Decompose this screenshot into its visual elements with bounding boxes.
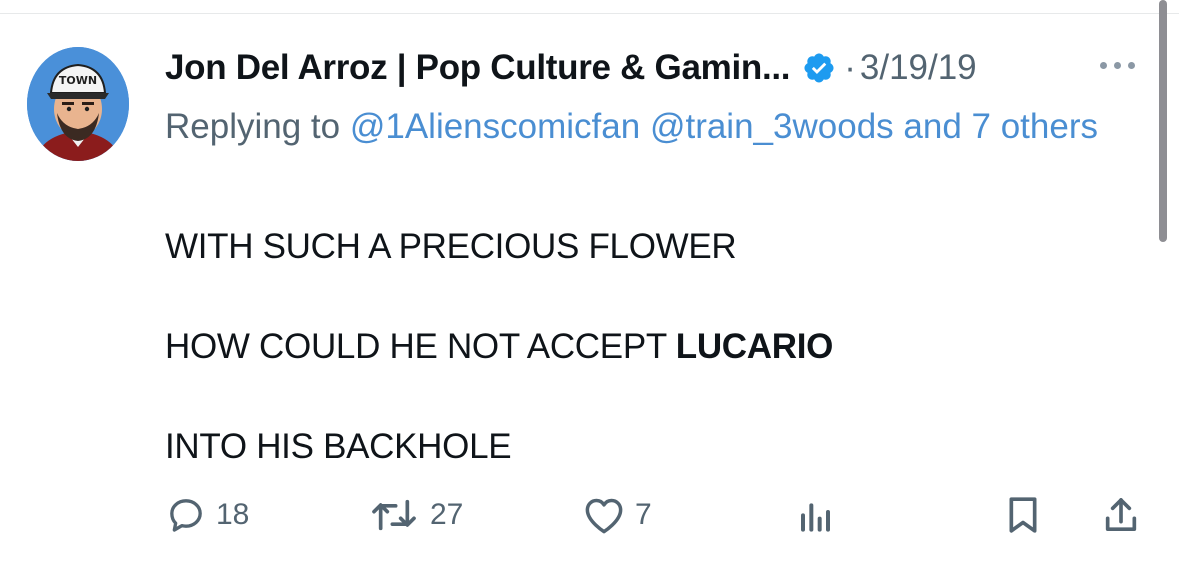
top-divider <box>0 13 1179 14</box>
replying-to-label: Replying to <box>165 107 350 146</box>
and-others-link[interactable]: and 7 others <box>903 107 1098 146</box>
bookmark-button[interactable] <box>1004 490 1042 540</box>
avatar[interactable]: TOWN <box>27 47 129 161</box>
tweet-text-line: HOW COULD HE NOT ACCEPT LUCARIO <box>165 327 834 366</box>
scrollbar[interactable] <box>1159 0 1167 242</box>
tweet-date[interactable]: 3/19/19 <box>860 48 977 88</box>
tweet-text-line: INTO HIS BACKHOLE <box>165 427 512 466</box>
avatar-hat-text: TOWN <box>59 74 97 87</box>
verified-badge-icon[interactable] <box>802 51 836 85</box>
tweet-text-line: WITH SUCH A PRECIOUS FLOWER <box>165 227 737 266</box>
bookmark-icon <box>1009 497 1037 533</box>
mention-link-1[interactable]: @1Alienscomicfan <box>350 107 640 146</box>
tweet-text: WITH SUCH A PRECIOUS FLOWER HOW COULD HE… <box>165 222 833 472</box>
display-name[interactable]: Jon Del Arroz | Pop Culture & Gamin... <box>165 48 791 88</box>
more-options-icon[interactable] <box>1100 50 1150 80</box>
like-count: 7 <box>635 498 652 531</box>
retweet-count: 27 <box>430 498 464 531</box>
separator-dot: · <box>844 48 856 87</box>
like-button[interactable]: 7 <box>583 490 652 540</box>
mention-link-2[interactable]: @train_3woods <box>650 107 894 146</box>
retweet-icon <box>372 499 416 531</box>
avatar-image: TOWN <box>27 47 129 161</box>
share-button[interactable] <box>1101 490 1141 540</box>
reply-icon <box>170 499 202 532</box>
reply-count: 18 <box>216 498 250 531</box>
views-button[interactable] <box>796 490 836 540</box>
tweet-header: Jon Del Arroz | Pop Culture & Gamin... ·… <box>165 40 977 96</box>
analytics-icon <box>801 503 830 532</box>
reply-button[interactable]: 18 <box>166 490 249 540</box>
share-icon <box>1105 498 1137 531</box>
retweet-button[interactable]: 27 <box>368 490 463 540</box>
heart-icon <box>585 498 623 534</box>
replying-to: Replying to @1Alienscomicfan @train_3woo… <box>165 98 1125 156</box>
bold-text: LUCARIO <box>675 327 834 366</box>
